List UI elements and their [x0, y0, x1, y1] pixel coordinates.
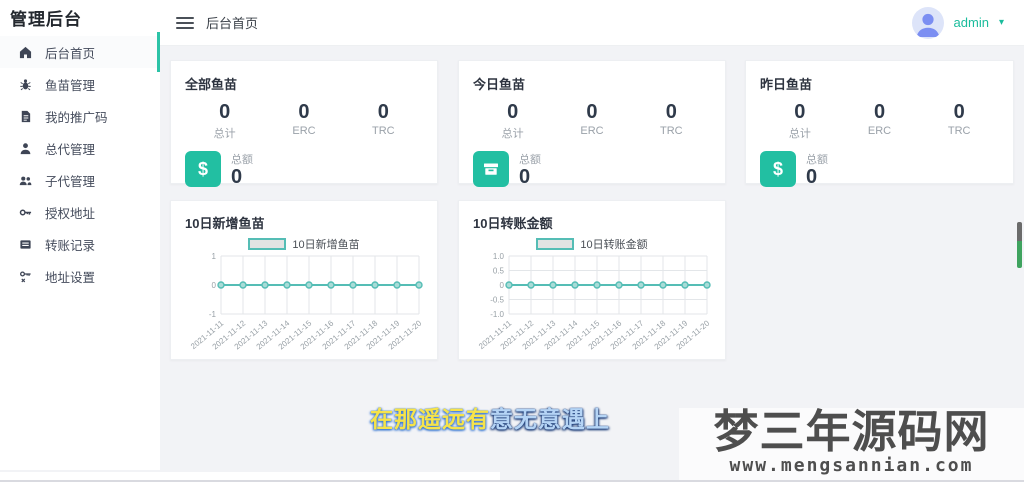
total-value: 0 [806, 166, 818, 188]
svg-text:0: 0 [500, 281, 505, 290]
line-chart: 1.00.50-0.5-1.02021-11-112021-11-122021-… [477, 252, 712, 351]
stat-value: 0 [298, 101, 310, 123]
chart-legend: 10日转账金额 [473, 236, 711, 252]
person-silhouette-icon [916, 13, 940, 37]
sidebar-item-my-promo-code[interactable]: 我的推广码 [0, 100, 160, 132]
avatar [911, 6, 944, 39]
watermark: 梦三年源码网 www.mengsannian.com [679, 408, 1024, 482]
chart-legend: 10日新增鱼苗 [185, 236, 423, 252]
stat-value: 0 [586, 101, 598, 123]
line-chart: 10-12021-11-112021-11-122021-11-132021-1… [189, 252, 424, 351]
scrollbar[interactable] [1017, 222, 1022, 268]
sidebar-item-label: 总代管理 [45, 142, 96, 157]
stat-value: 0 [873, 101, 886, 123]
scrollbar-thumb-dark[interactable] [1017, 222, 1022, 241]
topbar: 后台首页 admin ▾ [160, 0, 1024, 46]
archive-icon [473, 151, 509, 187]
bug-icon [18, 77, 32, 91]
card-title: 今日鱼苗 [473, 77, 526, 92]
stat-label: 总计 [213, 128, 236, 140]
total-value: 0 [231, 166, 243, 188]
dollar-icon: $ [760, 151, 796, 187]
svg-text:-1.0: -1.0 [490, 310, 504, 319]
watermark-url: www.mengsannian.com [729, 455, 974, 476]
stat-label: ERC [580, 125, 604, 137]
subtitle-unsung-text: 意无意遇上 [490, 406, 610, 432]
sidebar-item-label: 地址设置 [45, 270, 96, 285]
sidebar-item-label: 授权地址 [45, 206, 96, 221]
video-subtitle: 在那遥远有意无意遇上 [280, 400, 700, 434]
svg-text:0.5: 0.5 [493, 266, 505, 275]
sidebar-item-label: 转账记录 [45, 238, 96, 253]
sidebar-item-authorized-address[interactable]: 授权地址 [0, 196, 160, 228]
sidebar-item-dashboard[interactable]: 后台首页 [0, 32, 160, 72]
stat-value: 0 [953, 101, 965, 123]
list-card-icon [18, 237, 32, 251]
card-title: 昨日鱼苗 [760, 77, 813, 92]
stat-value: 0 [219, 101, 231, 123]
people-icon [18, 173, 32, 187]
document-icon [18, 109, 32, 123]
total-label: 总额 [806, 154, 828, 166]
svg-text:-0.5: -0.5 [490, 295, 504, 304]
user-menu[interactable]: admin ▾ [911, 6, 1004, 39]
svg-text:1: 1 [212, 252, 217, 261]
legend-swatch [248, 238, 287, 250]
key-x-icon [18, 269, 32, 283]
total-label: 总额 [519, 154, 541, 166]
home-icon [18, 45, 32, 59]
stat-value: 0 [507, 101, 519, 123]
legend-label: 10日新增鱼苗 [292, 239, 360, 251]
scrollbar-thumb-green[interactable] [1017, 241, 1022, 268]
svg-text:-1: -1 [209, 310, 217, 319]
stat-label: TRC [660, 125, 683, 137]
sidebar: 管理后台 后台首页 鱼苗管理 我的推广码 总代管理 子代管理 授权地址 转账记录… [0, 0, 160, 470]
watermark-title: 梦三年源码网 [713, 408, 990, 457]
total-label: 总额 [231, 154, 253, 166]
total-value: 0 [519, 166, 531, 188]
chart-title: 10日新增鱼苗 [185, 216, 265, 231]
hamburger-menu-icon[interactable] [176, 16, 194, 29]
stat-label: ERC [292, 125, 316, 137]
sidebar-item-general-agent[interactable]: 总代管理 [0, 132, 160, 164]
dollar-icon: $ [185, 151, 221, 187]
stat-value: 0 [377, 101, 389, 123]
stat-card-today-fry: 今日鱼苗 0 总计 0 ERC 0 TRC 总额 0 [458, 60, 726, 188]
sidebar-item-label: 后台首页 [45, 46, 96, 61]
sidebar-menu: 后台首页 鱼苗管理 我的推广码 总代管理 子代管理 授权地址 转账记录 地址设置 [0, 32, 160, 292]
stat-card-yesterday-fry: 昨日鱼苗 0 总计 0 ERC 0 TRC $ 总额 0 [745, 60, 1014, 188]
stat-label: ERC [867, 125, 892, 137]
sidebar-item-transfer-records[interactable]: 转账记录 [0, 228, 160, 260]
chevron-down-icon: ▾ [998, 17, 1004, 28]
svg-text:0: 0 [212, 281, 217, 290]
sidebar-item-label: 我的推广码 [45, 110, 108, 125]
subtitle-sung-text: 在那遥远有 [370, 406, 490, 432]
card-title: 全部鱼苗 [185, 77, 238, 92]
stat-label: 总计 [501, 128, 524, 140]
breadcrumb: 后台首页 [206, 16, 259, 31]
legend-label: 10日转账金额 [580, 239, 648, 251]
key-icon [18, 205, 32, 219]
app-title: 管理后台 [10, 10, 82, 29]
person-icon [18, 141, 32, 155]
stat-label: TRC [372, 125, 395, 137]
legend-swatch [536, 238, 575, 250]
user-name: admin [953, 15, 989, 30]
sidebar-item-sub-agent[interactable]: 子代管理 [0, 164, 160, 196]
chart-title: 10日转账金额 [473, 216, 553, 231]
sidebar-item-label: 鱼苗管理 [45, 78, 96, 93]
sidebar-item-fry-management[interactable]: 鱼苗管理 [0, 68, 160, 100]
stat-value: 0 [794, 101, 806, 123]
stat-label: TRC [947, 125, 971, 137]
sidebar-item-label: 子代管理 [45, 174, 96, 189]
chart-card-new-fry: 10日新增鱼苗 10日新增鱼苗 1 0 -1 2021-11-11 2021-11-12… [170, 200, 438, 360]
svg-text:1.0: 1.0 [493, 252, 505, 261]
stat-label: 总计 [788, 128, 811, 140]
stat-value: 0 [665, 101, 677, 123]
chart-card-transfer-amount: 10日转账金额 10日转账金额 1.0 0.5 0 -0.5 -1.0 2021-11-1… [458, 200, 726, 360]
sidebar-item-address-settings[interactable]: 地址设置 [0, 260, 160, 292]
stat-card-all-fry: 全部鱼苗 0 总计 0 ERC 0 TRC $ 总额 0 [170, 60, 438, 188]
